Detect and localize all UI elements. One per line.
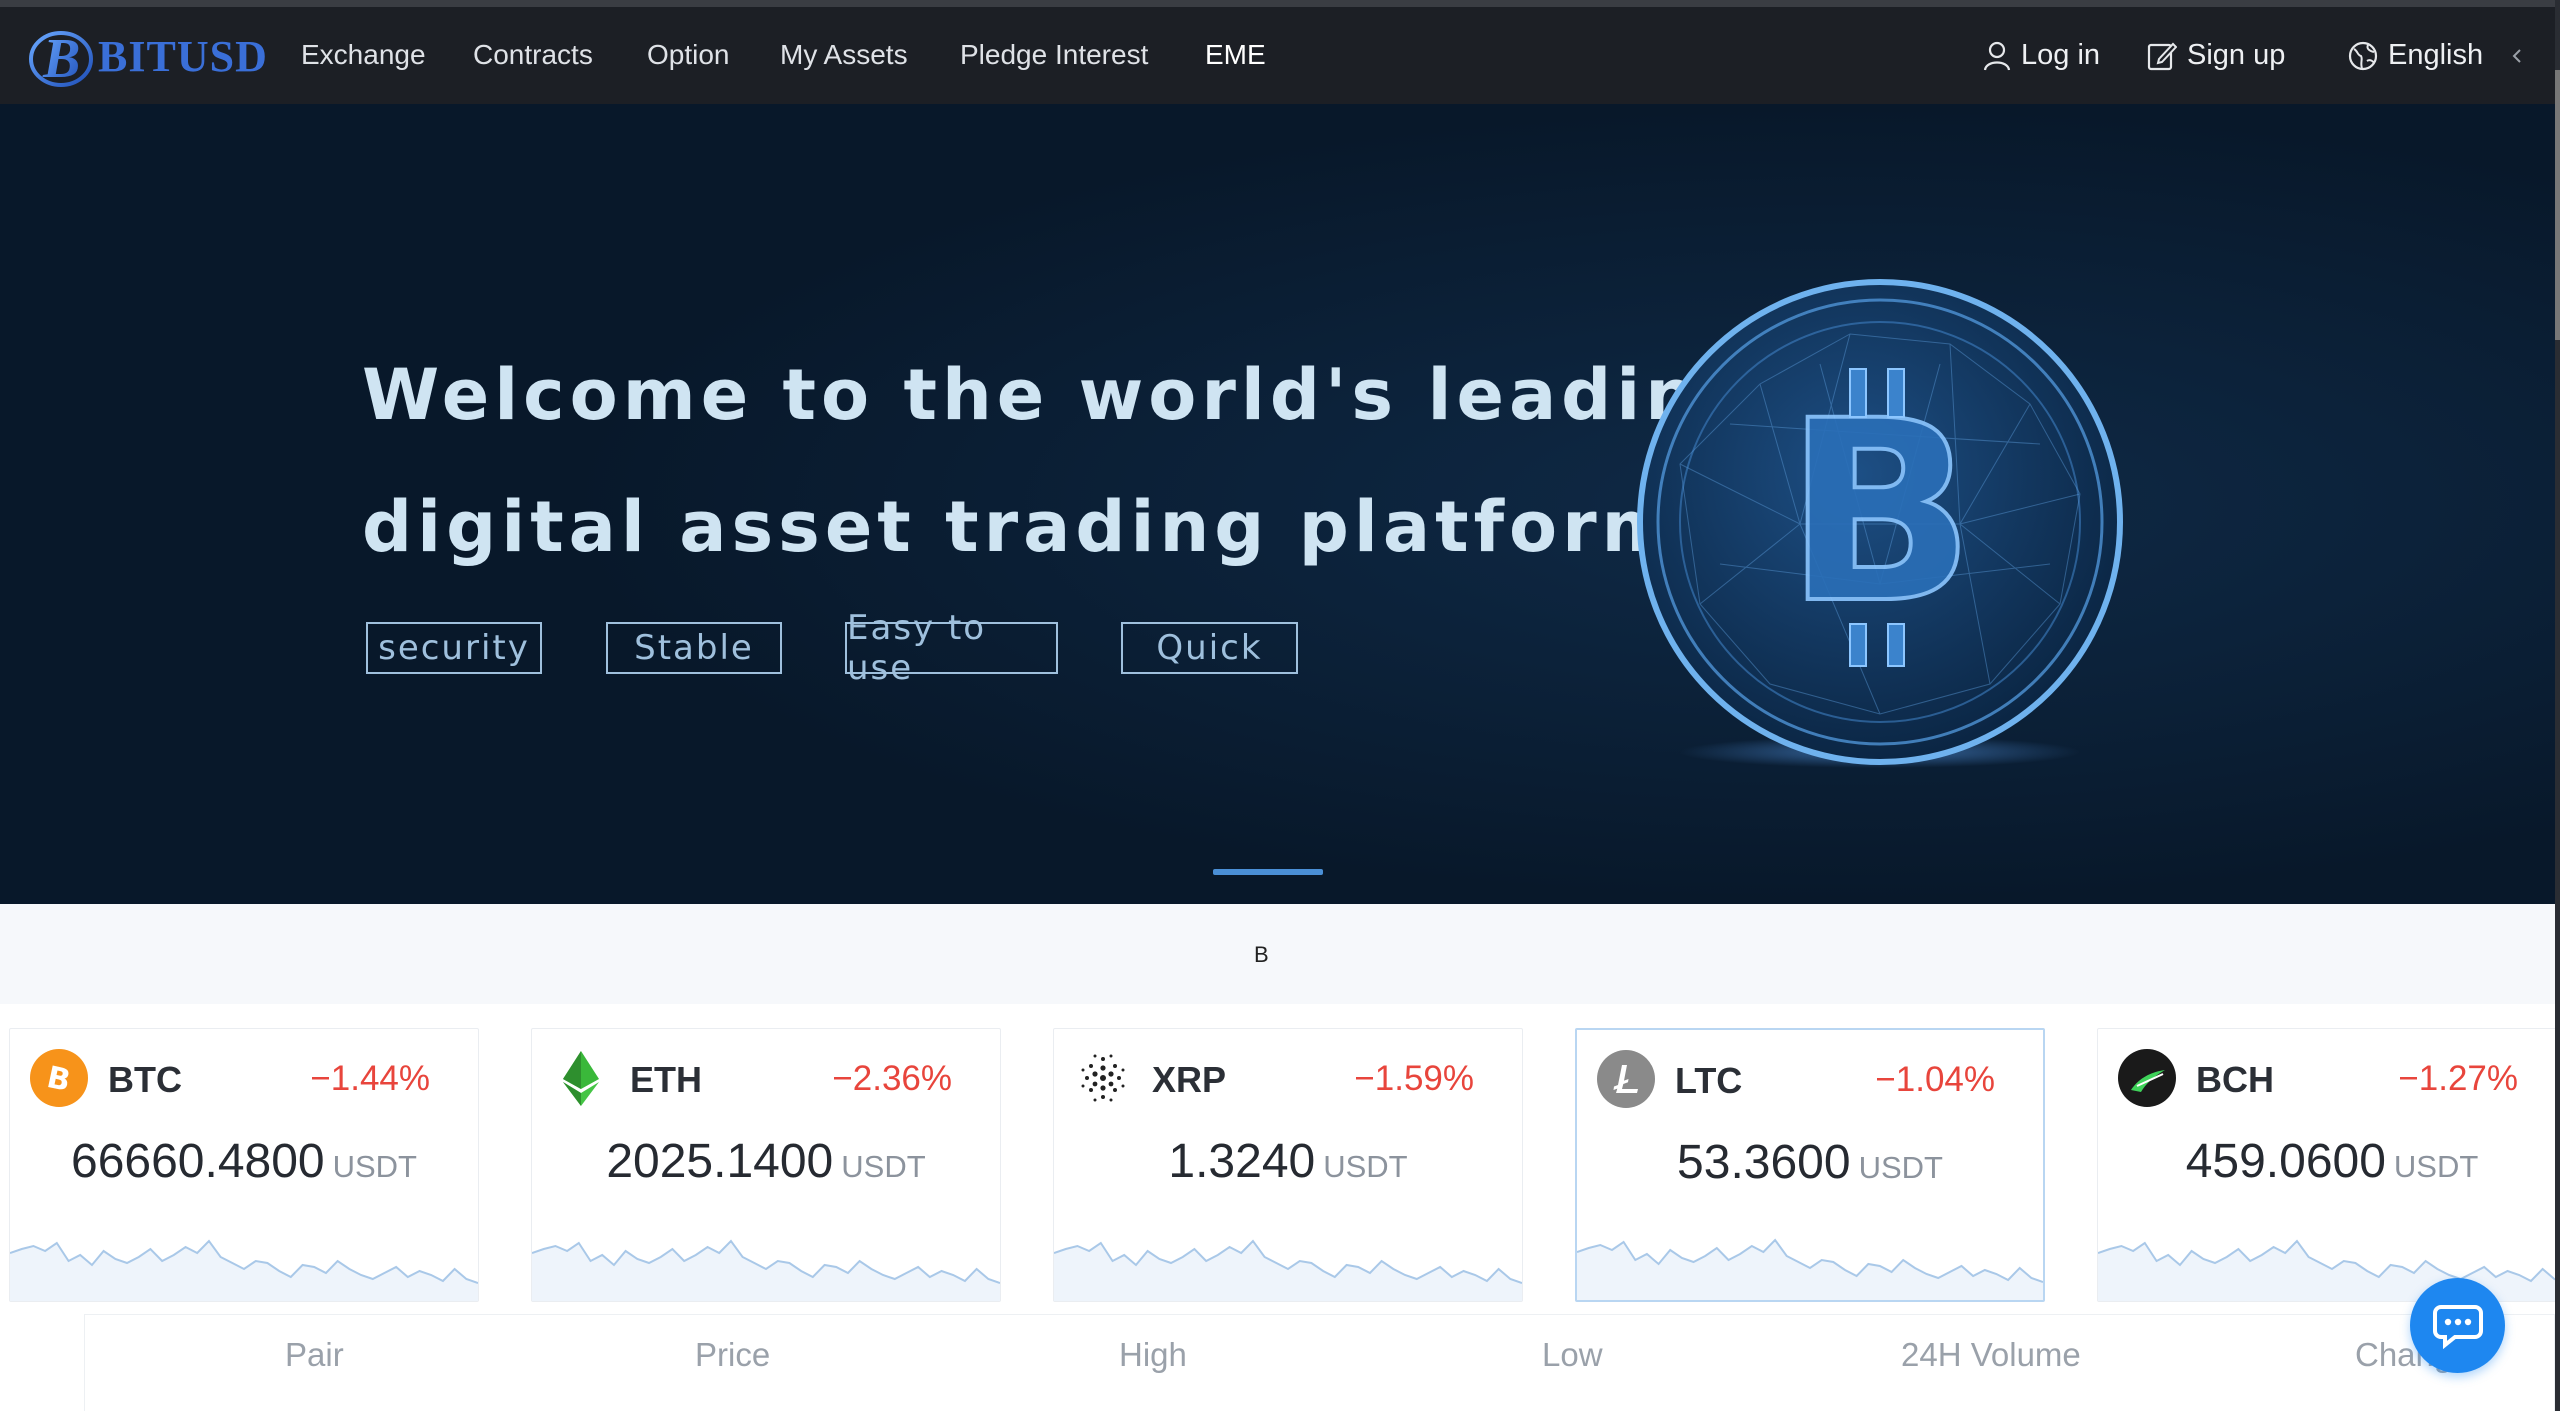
- xrp-icon: [1074, 1049, 1132, 1107]
- hero-banner: Welcome to the world's leading digital a…: [0, 104, 2555, 904]
- edit-icon: [2147, 42, 2177, 70]
- coin-symbol: LTC: [1675, 1060, 1743, 1101]
- globe-icon: [2348, 41, 2378, 70]
- coin-unit: USDT: [2393, 1149, 2479, 1184]
- col-pair[interactable]: Pair: [285, 1336, 344, 1374]
- coin-change: −1.44%: [310, 1059, 430, 1098]
- eth-icon: [552, 1049, 610, 1107]
- sparkline-chart: [1577, 1238, 2043, 1300]
- coin-change: −1.27%: [2398, 1059, 2518, 1098]
- col-low[interactable]: Low: [1542, 1336, 1603, 1374]
- col-price[interactable]: Price: [695, 1336, 770, 1374]
- ltc-icon: [1597, 1050, 1655, 1108]
- coin-unit: USDT: [1323, 1149, 1408, 1184]
- sparkline-chart: [1054, 1239, 1522, 1301]
- window-top-strip: [0, 0, 2560, 7]
- sparkline-chart: [532, 1239, 1000, 1301]
- hero-tag-stable: Stable: [606, 622, 782, 674]
- bitcoin-coin-illustration: B: [1637, 279, 2123, 768]
- sparkline-chart: [10, 1239, 478, 1301]
- coin-unit: USDT: [841, 1149, 926, 1184]
- market-table-header: Pair Price High Low 24H Volume Change: [84, 1314, 2555, 1411]
- carousel-indicator[interactable]: [1213, 869, 1323, 875]
- notice-band: B: [0, 904, 2555, 1004]
- chat-support-button[interactable]: [2410, 1278, 2505, 1373]
- sparkline-chart: [2098, 1239, 2560, 1301]
- col-24h-volume[interactable]: 24H Volume: [1901, 1336, 2081, 1374]
- ticker-card-ltc[interactable]: LTC −1.04% 53.3600 USDT: [1575, 1028, 2045, 1302]
- ticker-card-bch[interactable]: BCH −1.27% 459.0600 USDT: [2097, 1028, 2560, 1302]
- coin-change: −2.36%: [832, 1059, 952, 1098]
- ticker-card-eth[interactable]: ETH −2.36% 2025.1400 USDT: [531, 1028, 1001, 1302]
- notice-text: B: [1254, 942, 1269, 967]
- svg-text:B: B: [42, 28, 80, 90]
- coin-price: 53.3600: [1677, 1136, 1851, 1189]
- scrollbar-thumb[interactable]: [2555, 70, 2560, 340]
- hero-title-line2: digital asset trading platform: [362, 486, 1680, 568]
- ticker-card-btc[interactable]: B BTC −1.44% 66660.4800 USDT: [9, 1028, 479, 1302]
- col-high[interactable]: High: [1119, 1336, 1187, 1374]
- top-navbar: B BITUSD Exchange Contracts Option My As…: [0, 7, 2555, 104]
- coin-price: 2025.1400: [606, 1135, 834, 1188]
- nav-my-assets[interactable]: My Assets: [780, 39, 908, 71]
- ticker-card-xrp[interactable]: XRP −1.59% 1.3240 USDT: [1053, 1028, 1523, 1302]
- chat-icon: [2432, 1304, 2483, 1349]
- hero-tag-security: security: [366, 622, 542, 674]
- language-label: English: [2388, 39, 2484, 71]
- coin-symbol: BTC: [108, 1059, 182, 1100]
- brand-logo[interactable]: B BITUSD: [26, 21, 268, 91]
- coin-unit: USDT: [332, 1149, 417, 1184]
- svg-text:B: B: [1785, 367, 1976, 658]
- bch-icon: [2118, 1049, 2176, 1107]
- hero-tag-quick: Quick: [1121, 622, 1298, 674]
- logo-icon: B: [29, 28, 93, 90]
- signup-link[interactable]: Sign up: [2147, 39, 2285, 72]
- nav-exchange[interactable]: Exchange: [301, 39, 426, 71]
- coin-symbol: ETH: [630, 1059, 702, 1100]
- nav-contracts[interactable]: Contracts: [473, 39, 593, 71]
- btc-icon: B: [30, 1049, 88, 1107]
- coin-price: 66660.4800: [71, 1135, 325, 1188]
- coin-symbol: BCH: [2196, 1059, 2274, 1100]
- language-selector[interactable]: English: [2348, 39, 2527, 72]
- coin-symbol: XRP: [1152, 1059, 1227, 1100]
- hero-title-line1: Welcome to the world's leading: [362, 354, 1756, 436]
- signup-label: Sign up: [2187, 39, 2286, 71]
- nav-pledge-interest[interactable]: Pledge Interest: [960, 39, 1148, 71]
- coin-change: −1.59%: [1354, 1059, 1474, 1098]
- hero-tag-easy: Easy to use: [845, 608, 1058, 688]
- svg-text:B: B: [44, 1060, 74, 1098]
- user-icon: [1983, 41, 2011, 70]
- coin-price: 1.3240: [1168, 1135, 1316, 1188]
- coin-unit: USDT: [1858, 1150, 1943, 1185]
- chevron-left-icon: [2512, 48, 2521, 63]
- logo-text: BITUSD: [98, 31, 268, 81]
- coin-change: −1.04%: [1875, 1060, 1995, 1099]
- login-link[interactable]: Log in: [1983, 39, 2100, 72]
- nav-eme[interactable]: EME: [1205, 39, 1266, 71]
- nav-option[interactable]: Option: [647, 39, 730, 71]
- login-label: Log in: [2021, 39, 2101, 71]
- coin-price: 459.0600: [2185, 1135, 2386, 1188]
